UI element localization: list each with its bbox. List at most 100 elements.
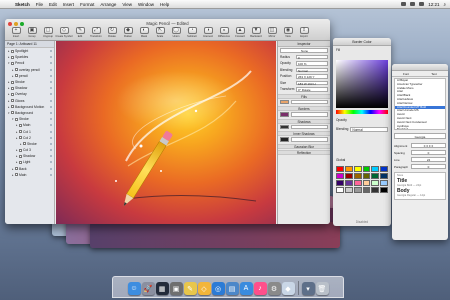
visibility-icon[interactable] (50, 142, 52, 145)
toolbar-export-button[interactable]: ⇪ Export (297, 27, 311, 38)
border-width-field[interactable] (291, 112, 328, 117)
wifi-icon[interactable] (410, 2, 416, 6)
font-list-item[interactable]: Baghdad (395, 128, 445, 129)
tab-text[interactable]: Text (420, 71, 448, 76)
toolbar-view-button[interactable]: ◉ View (281, 27, 295, 38)
inspector-field[interactable]: 263 X 129 Y (296, 74, 328, 79)
color-swatch[interactable] (353, 173, 362, 179)
color-swatch[interactable] (362, 180, 371, 186)
color-swatch[interactable] (371, 187, 380, 193)
text-setting-field[interactable]: ≡ ≡ ≡ ≡ (411, 143, 446, 148)
inspector-field[interactable]: 183 W 193 H (296, 80, 328, 85)
inspector-field[interactable]: 100 % (296, 61, 328, 66)
dock-image-icon[interactable]: ▣ (169, 282, 183, 295)
toolbar-transform-button[interactable]: ⤢ Transform (89, 27, 103, 38)
color-swatch[interactable] (362, 173, 371, 179)
inner-shadow-field[interactable] (291, 137, 328, 142)
dock-notes-icon[interactable]: ✎ (183, 282, 197, 295)
inner-shadow-swatch[interactable] (280, 137, 289, 142)
section-reflection[interactable]: Reflection (278, 149, 330, 155)
menu-format[interactable]: Format (77, 2, 97, 7)
visibility-icon[interactable] (50, 50, 52, 53)
text-panel-titlebar[interactable] (392, 64, 448, 71)
visibility-icon[interactable] (50, 130, 52, 133)
shadow-color-swatch[interactable] (280, 124, 289, 129)
visibility-icon[interactable] (50, 167, 52, 170)
color-swatch[interactable] (353, 180, 362, 186)
toolbar-group-button[interactable]: ▣ Group (25, 27, 39, 38)
color-swatch[interactable] (371, 173, 380, 179)
toolbar-intersect-button[interactable]: ◑ Intersect (201, 27, 215, 38)
color-swatch[interactable] (344, 173, 353, 179)
visibility-icon[interactable] (50, 136, 52, 139)
color-swatch[interactable] (362, 187, 371, 193)
color-swatch[interactable] (371, 180, 380, 186)
dock-launchpad-icon[interactable]: 🚀 (141, 282, 155, 295)
visibility-icon[interactable] (50, 99, 52, 102)
menu-help[interactable]: Help (157, 2, 172, 7)
color-swatch[interactable] (344, 187, 353, 193)
menu-app-name[interactable]: Sketch (12, 2, 33, 7)
blending-select[interactable]: Normal (350, 127, 388, 132)
dock-safari-icon[interactable]: ◎ (211, 282, 225, 295)
visibility-icon[interactable] (50, 111, 52, 114)
dock-preview-icon[interactable]: ▤ (225, 282, 239, 295)
font-family-select[interactable]: Georgia (394, 133, 446, 139)
inspector-field[interactable]: 0 (296, 54, 328, 59)
toolbar-ungroup-button[interactable]: ▢ Ungroup (41, 27, 55, 38)
dock-downloads-icon[interactable]: ▾ (301, 282, 315, 295)
color-swatch[interactable] (362, 166, 371, 172)
color-swatch[interactable] (380, 180, 388, 186)
visibility-icon[interactable] (50, 62, 52, 65)
dock-music-icon[interactable]: ♪ (253, 282, 267, 295)
menu-window[interactable]: Window (135, 2, 157, 7)
toolbar-subtract-button[interactable]: ◔ Subtract (185, 27, 199, 38)
background-window[interactable] (90, 222, 340, 248)
toolbar-rotate-button[interactable]: ↻ Rotate (105, 27, 119, 38)
visibility-icon[interactable] (50, 87, 52, 90)
color-swatch[interactable] (336, 187, 344, 193)
color-swatch[interactable] (336, 166, 344, 172)
dock-diamond-app-icon[interactable]: ◆ (281, 282, 295, 295)
color-picker-field[interactable] (336, 60, 388, 108)
toolbar-flatten-button[interactable]: ◆ Flatten (121, 27, 135, 38)
menu-file[interactable]: File (33, 2, 46, 7)
color-swatch[interactable] (336, 180, 344, 186)
page-selector[interactable]: Page 1: Artboard 11 (5, 41, 54, 48)
visibility-icon[interactable] (50, 155, 52, 158)
text-setting-field[interactable]: 0 (411, 150, 446, 155)
border-color-swatch[interactable] (280, 112, 289, 117)
volume-icon[interactable] (419, 2, 425, 6)
toolbar-difference-button[interactable]: ◒ Difference (217, 27, 231, 38)
dock-system-preferences-icon[interactable]: ⚙ (267, 282, 281, 295)
visibility-icon[interactable] (50, 68, 52, 71)
hue-slider[interactable] (336, 110, 388, 114)
menu-edit[interactable]: Edit (46, 2, 60, 7)
layer-row[interactable]: ▸ Main (5, 172, 54, 178)
toolbar-union-button[interactable]: ◯ Union (169, 27, 183, 38)
dock-mission-control-icon[interactable]: ▦ (155, 282, 169, 295)
inspector-field[interactable]: 0° Rotate (296, 87, 328, 92)
visibility-icon[interactable] (50, 161, 52, 164)
visibility-icon[interactable] (50, 81, 52, 84)
visibility-icon[interactable] (50, 56, 52, 59)
dock-sketch-icon[interactable]: ◇ (197, 282, 211, 295)
menu-view[interactable]: View (119, 2, 135, 7)
visibility-icon[interactable] (50, 93, 52, 96)
toolbar-forward-button[interactable]: ▲ Forward (233, 27, 247, 38)
color-swatch[interactable] (336, 173, 344, 179)
toolbar-scale-button[interactable]: ⇱ Scale (153, 27, 167, 38)
style-select[interactable]: None (280, 48, 328, 53)
toolbar-edit-button[interactable]: ✎ Edit (73, 27, 87, 38)
visibility-icon[interactable] (50, 74, 52, 77)
dock-trash-icon[interactable]: 🗑 (315, 282, 329, 295)
tab-font[interactable]: Font (392, 71, 420, 76)
status-icon[interactable] (401, 2, 407, 6)
color-swatch[interactable] (353, 166, 362, 172)
toolbar-mirror-button[interactable]: ◫ Mirror (265, 27, 279, 38)
color-swatch[interactable] (353, 187, 362, 193)
text-style-none[interactable]: None (397, 174, 443, 177)
toolbar-create-symbol-button[interactable]: ◇ Create Symbol (55, 27, 73, 38)
visibility-icon[interactable] (50, 124, 52, 127)
toolbar-backward-button[interactable]: ▼ Backward (249, 27, 263, 38)
